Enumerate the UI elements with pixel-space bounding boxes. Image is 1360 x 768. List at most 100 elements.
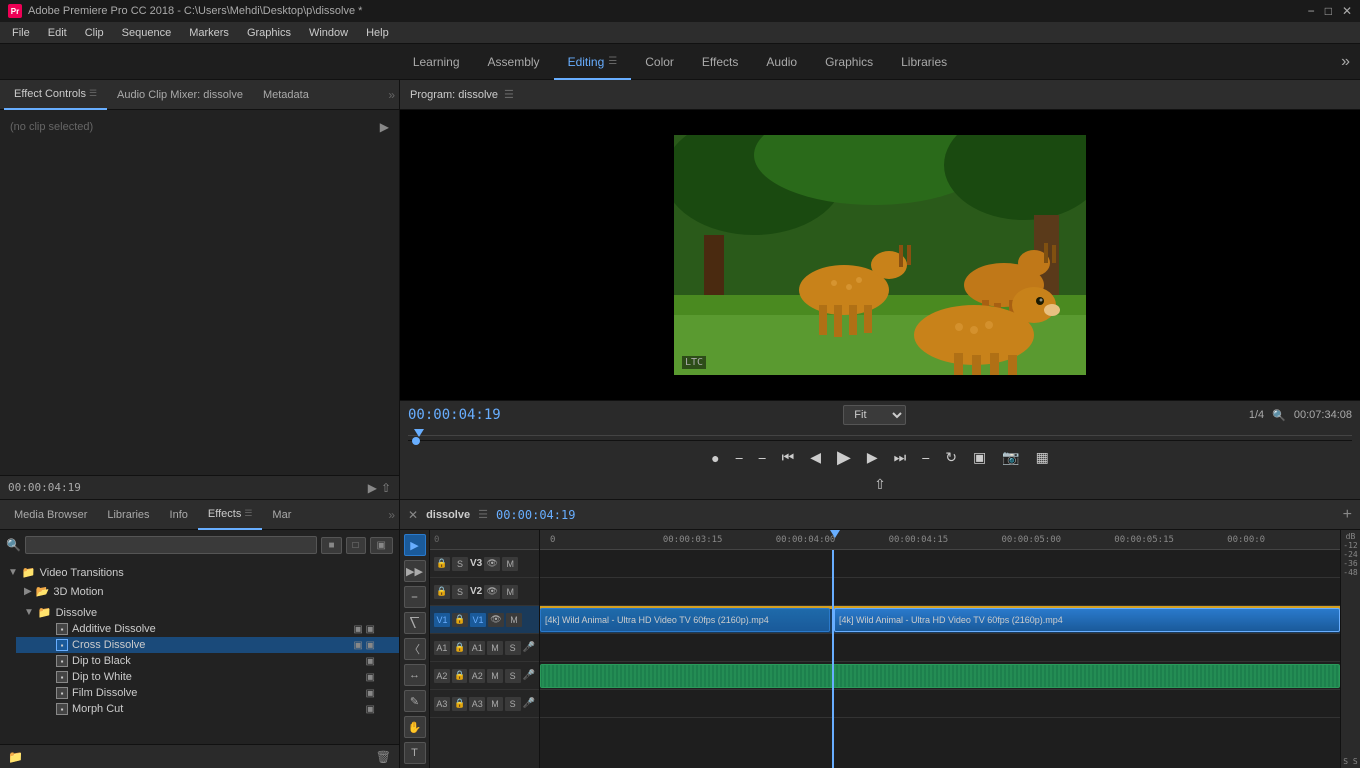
minimize-button[interactable]: − xyxy=(1308,4,1315,18)
menu-help[interactable]: Help xyxy=(358,25,397,41)
track-a1-target[interactable]: A1 xyxy=(434,641,450,655)
menu-file[interactable]: File xyxy=(4,25,38,41)
effects-view-btn-2[interactable]: □ xyxy=(346,537,366,554)
tool-pen[interactable]: ✎ xyxy=(404,690,426,712)
item-film-dissolve[interactable]: ▪ Film Dissolve ▣ xyxy=(16,685,399,701)
track-a1-solo[interactable]: S xyxy=(505,641,521,655)
track-a2-target[interactable]: A2 xyxy=(434,669,450,683)
fit-dropdown[interactable]: Fit 25% 50% 75% 100% xyxy=(843,405,906,425)
tool-type[interactable]: T xyxy=(404,742,426,764)
video-clip-1[interactable]: [4k] Wild Animal - Ultra HD Video TV 60f… xyxy=(540,608,830,632)
timecode-export[interactable]: ⇧ xyxy=(381,481,391,495)
item-morph-cut[interactable]: ▪ Morph Cut ▣ xyxy=(16,701,399,717)
maximize-button[interactable]: □ xyxy=(1325,4,1332,18)
effects-search-input[interactable] xyxy=(25,536,318,554)
btn-goto-out[interactable]: ⎯ xyxy=(918,447,933,468)
tab-libraries[interactable]: Libraries xyxy=(97,500,159,530)
btn-play[interactable]: ▶ xyxy=(833,445,855,470)
nav-learning[interactable]: Learning xyxy=(399,44,474,80)
btn-goto-in[interactable]: ⎯ xyxy=(755,447,770,468)
timeline-ruler[interactable]: 0 00:00:03:15 00:00:04:00 00:00:04:15 00… xyxy=(540,530,1340,550)
btn-step-back-large[interactable]: ⏮ xyxy=(778,447,799,468)
track-a3-lock[interactable]: 🔒 xyxy=(452,697,468,711)
tool-ripple-edit[interactable]: ⎯ xyxy=(404,586,426,608)
track-a1-mute[interactable]: M xyxy=(487,641,503,655)
track-a2-mute[interactable]: M xyxy=(487,669,503,683)
preview-ruler[interactable] xyxy=(408,429,1352,441)
nav-graphics[interactable]: Graphics xyxy=(811,44,887,80)
track-v1-eye[interactable]: 👁 xyxy=(488,613,504,627)
btn-safe-margins[interactable]: ▣ xyxy=(969,447,990,468)
left-panel-more[interactable]: » xyxy=(388,88,395,102)
effects-delete[interactable]: 🗑 xyxy=(376,750,391,764)
tab-info[interactable]: Info xyxy=(160,500,198,530)
track-a2-name-btn[interactable]: A2 xyxy=(469,669,485,683)
track-v2-mute[interactable]: M xyxy=(502,585,518,599)
effect-controls-menu-icon[interactable]: ☰ xyxy=(89,88,97,99)
close-button[interactable]: ✕ xyxy=(1342,4,1352,18)
track-a2-solo[interactable]: S xyxy=(505,669,521,683)
tab-effects[interactable]: Effects ☰ xyxy=(198,500,263,530)
btn-step-fwd-large[interactable]: ⏭ xyxy=(890,447,911,468)
menu-window[interactable]: Window xyxy=(301,25,356,41)
nav-color[interactable]: Color xyxy=(631,44,688,80)
btn-step-back[interactable]: ◀ xyxy=(806,447,825,468)
track-a2-area[interactable] xyxy=(540,662,1340,690)
nav-effects[interactable]: Effects xyxy=(688,44,752,80)
tab-effect-controls[interactable]: Effect Controls ☰ xyxy=(4,80,107,110)
btn-loop[interactable]: ↻ xyxy=(941,447,961,468)
preview-menu-icon[interactable]: ☰ xyxy=(504,88,514,101)
nav-audio[interactable]: Audio xyxy=(752,44,811,80)
zoom-icon[interactable]: 🔍 xyxy=(1272,409,1286,422)
item-dip-to-white[interactable]: ▪ Dip to White ▣ xyxy=(16,669,399,685)
nav-more-button[interactable]: » xyxy=(1341,53,1350,71)
track-v2-eye[interactable]: 👁 xyxy=(484,585,500,599)
nav-libraries[interactable]: Libraries xyxy=(887,44,961,80)
menu-sequence[interactable]: Sequence xyxy=(114,25,180,41)
track-v1-name-btn[interactable]: V1 xyxy=(470,613,486,627)
nav-editing[interactable]: Editing ☰ xyxy=(554,44,632,80)
track-v1-mute[interactable]: M xyxy=(506,613,522,627)
timecode-mark-in[interactable]: ▶ xyxy=(368,481,377,495)
track-v1-area[interactable]: [4k] Wild Animal - Ultra HD Video TV 60f… xyxy=(540,606,1340,634)
tool-rate-stretch[interactable]: ⎲ xyxy=(404,612,426,634)
close-timeline[interactable]: ✕ xyxy=(408,508,418,522)
item-dip-to-black[interactable]: ▪ Dip to Black ▣ xyxy=(16,653,399,669)
menu-graphics[interactable]: Graphics xyxy=(239,25,299,41)
track-v2-lock[interactable]: 🔒 xyxy=(434,585,450,599)
tool-track-select[interactable]: ▶▶ xyxy=(404,560,426,582)
btn-share[interactable]: ⇧ xyxy=(870,474,890,495)
effects-menu-icon[interactable]: ☰ xyxy=(244,508,252,519)
track-v3-mute[interactable]: M xyxy=(502,557,518,571)
folder-dissolve-header[interactable]: ▼ 📁 Dissolve xyxy=(16,604,399,621)
track-v3-sync[interactable]: S xyxy=(452,557,468,571)
effects-view-btn-1[interactable]: ■ xyxy=(321,537,341,554)
effects-panel-more[interactable]: » xyxy=(388,508,395,522)
track-a1-area[interactable] xyxy=(540,634,1340,662)
btn-mark-out[interactable]: ⎯ xyxy=(732,447,747,468)
tab-metadata[interactable]: Metadata xyxy=(253,80,319,110)
timeline-add-track[interactable]: + xyxy=(1343,506,1352,524)
menu-markers[interactable]: Markers xyxy=(181,25,237,41)
track-v2-area[interactable] xyxy=(540,578,1340,606)
btn-mark-in[interactable]: ● xyxy=(707,448,723,468)
item-cross-dissolve[interactable]: ▪ Cross Dissolve ▣ ▣ xyxy=(16,637,399,653)
track-a3-name-btn[interactable]: A3 xyxy=(469,697,485,711)
track-v3-eye[interactable]: 👁 xyxy=(484,557,500,571)
tab-markers[interactable]: Mar xyxy=(262,500,301,530)
tool-slip[interactable]: ↔ xyxy=(404,664,426,686)
track-a1-lock[interactable]: 🔒 xyxy=(452,641,468,655)
item-additive-dissolve[interactable]: ▪ Additive Dissolve ▣ ▣ xyxy=(16,621,399,637)
menu-edit[interactable]: Edit xyxy=(40,25,75,41)
title-bar-controls[interactable]: − □ ✕ xyxy=(1308,4,1352,18)
tab-audio-clip-mixer[interactable]: Audio Clip Mixer: dissolve xyxy=(107,80,253,110)
folder-video-transitions-header[interactable]: ▼ 📁 Video Transitions xyxy=(0,564,399,581)
btn-insert[interactable]: ▦ xyxy=(1032,447,1053,468)
track-a3-solo[interactable]: S xyxy=(505,697,521,711)
effects-view-btn-3[interactable]: ▣ xyxy=(370,537,393,554)
track-a3-area[interactable] xyxy=(540,690,1340,718)
btn-step-fwd[interactable]: ▶ xyxy=(863,447,882,468)
effects-new-bin[interactable]: 📁 xyxy=(8,750,23,764)
track-a1-name-btn[interactable]: A1 xyxy=(469,641,485,655)
track-a3-target[interactable]: A3 xyxy=(434,697,450,711)
